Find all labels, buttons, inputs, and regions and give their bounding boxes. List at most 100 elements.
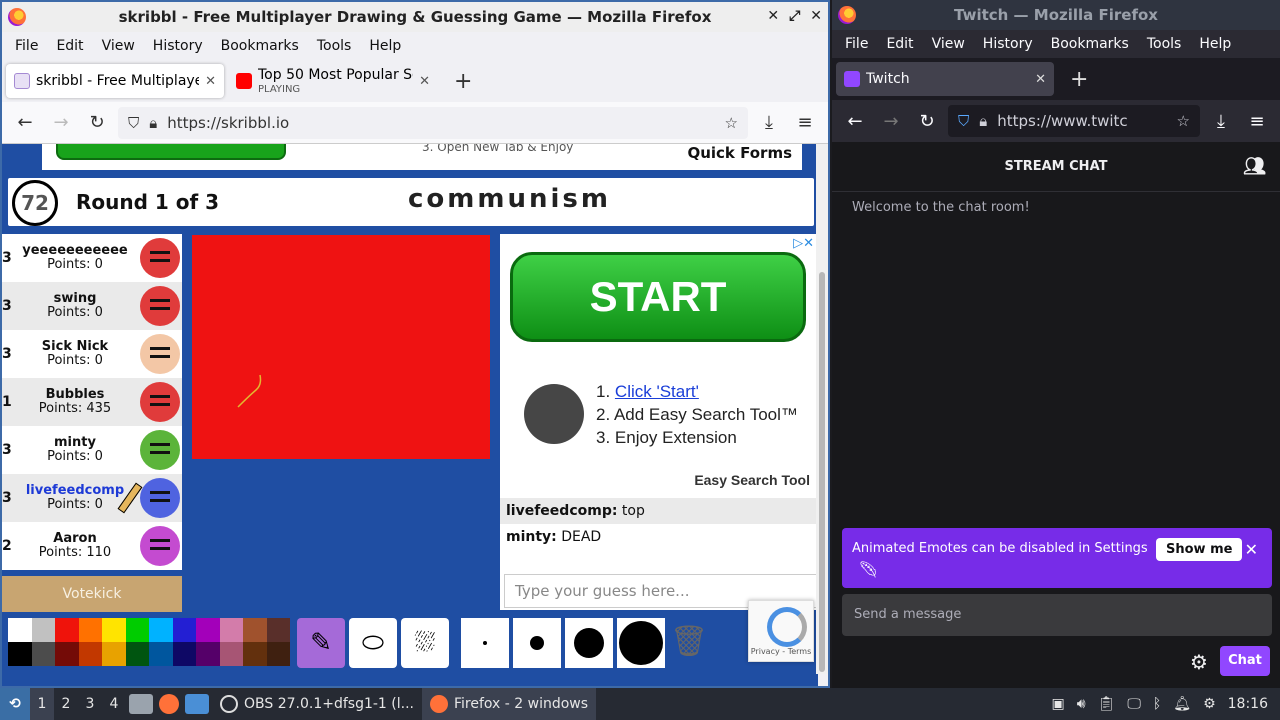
menu-view[interactable]: View: [93, 38, 144, 54]
palette-color-swatch[interactable]: [102, 618, 126, 642]
hamburger-menu-icon[interactable]: ≡: [1242, 111, 1272, 132]
recaptcha-badge[interactable]: Privacy - Terms: [748, 600, 814, 662]
fill-tool-icon[interactable]: ⛆: [401, 618, 449, 668]
forward-icon[interactable]: →: [876, 111, 906, 132]
menu-view[interactable]: View: [923, 36, 974, 52]
new-tab-button[interactable]: +: [1058, 67, 1100, 92]
palette-color-swatch[interactable]: [55, 642, 79, 666]
player-row[interactable]: 3 livefeedcomp Points: 0: [2, 474, 182, 522]
menu-tools[interactable]: Tools: [1138, 36, 1191, 52]
menu-bookmarks[interactable]: Bookmarks: [212, 38, 308, 54]
menu-tools[interactable]: Tools: [308, 38, 361, 54]
brush-size-2[interactable]: [513, 618, 561, 668]
shield-icon[interactable]: ⛉: [958, 112, 969, 130]
drawing-canvas[interactable]: [192, 235, 490, 459]
maximize-icon[interactable]: ⤢: [789, 8, 800, 24]
download-icon[interactable]: ⤓: [1206, 111, 1236, 132]
trash-icon[interactable]: 🗑︎: [670, 624, 708, 664]
palette-color-swatch[interactable]: [31, 642, 55, 666]
ad-start-button[interactable]: START: [510, 252, 806, 342]
reload-icon[interactable]: ↻: [82, 112, 112, 133]
menu-edit[interactable]: Edit: [877, 36, 922, 52]
eraser-tool-icon[interactable]: ⬭: [349, 618, 397, 668]
palette-color-swatch[interactable]: [172, 642, 196, 666]
palette-color-swatch[interactable]: [8, 618, 32, 642]
tab-close-icon[interactable]: ✕: [205, 74, 216, 89]
player-row[interactable]: 3 yeeeeeeeeeee Points: 0: [2, 234, 182, 282]
palette-color-swatch[interactable]: [196, 618, 220, 642]
palette-color-swatch[interactable]: [243, 642, 267, 666]
users-icon[interactable]: 👥︎: [1243, 142, 1266, 192]
new-tab-button[interactable]: +: [442, 69, 484, 94]
menu-edit[interactable]: Edit: [47, 38, 92, 54]
palette-color-swatch[interactable]: [266, 642, 290, 666]
send-message-input[interactable]: Send a message: [842, 594, 1272, 636]
download-icon[interactable]: ⤓: [754, 112, 784, 133]
player-row[interactable]: 3 swing Points: 0: [2, 282, 182, 330]
file-manager-icon[interactable]: [129, 694, 153, 714]
workspace-4[interactable]: 4: [102, 696, 126, 712]
tab-skribbl[interactable]: skribbl - Free Multiplayer ✕: [6, 64, 224, 98]
bluetooth-icon[interactable]: ᛒ: [1153, 696, 1161, 712]
ad-green-button[interactable]: [56, 144, 286, 160]
menu-file[interactable]: File: [836, 36, 877, 52]
display-icon[interactable]: 🖵︎: [1127, 696, 1141, 712]
menu-help[interactable]: Help: [1190, 36, 1240, 52]
minimize-icon[interactable]: ✕: [767, 8, 779, 24]
obs-task[interactable]: OBS 27.0.1+dfsg1-1 (l...: [212, 688, 422, 720]
tab-youtube[interactable]: Top 50 Most Popular Sonc PLAYING ✕: [228, 64, 438, 98]
firefox-task[interactable]: Firefox - 2 windows: [422, 688, 597, 720]
bookmark-star-icon[interactable]: ☆: [725, 114, 738, 132]
palette-color-swatch[interactable]: [78, 642, 102, 666]
tab-close-icon[interactable]: ✕: [1035, 72, 1046, 87]
url-bar[interactable]: ⛉ 🔒︎ https://skribbl.io ☆: [118, 106, 748, 139]
back-icon[interactable]: ←: [10, 112, 40, 133]
close-icon[interactable]: ✕: [810, 8, 822, 24]
chat-send-button[interactable]: Chat: [1220, 646, 1270, 676]
menu-history[interactable]: History: [974, 36, 1042, 52]
bookmark-star-icon[interactable]: ☆: [1177, 112, 1190, 130]
keyboard-icon[interactable]: ▣: [1052, 696, 1065, 712]
clipboard-icon[interactable]: 📋︎: [1098, 696, 1116, 712]
palette-color-swatch[interactable]: [243, 618, 267, 642]
palette-color-swatch[interactable]: [125, 642, 149, 666]
reload-icon[interactable]: ↻: [912, 111, 942, 132]
notifications-icon[interactable]: 🔔︎: [1173, 696, 1191, 712]
palette-color-swatch[interactable]: [55, 618, 79, 642]
terminal-icon[interactable]: [185, 694, 209, 714]
player-row[interactable]: 3 minty Points: 0: [2, 426, 182, 474]
palette-color-swatch[interactable]: [102, 642, 126, 666]
tab-twitch[interactable]: Twitch ✕: [836, 62, 1054, 96]
scrollbar-thumb[interactable]: [819, 272, 825, 672]
menu-help[interactable]: Help: [360, 38, 410, 54]
top-ad-banner[interactable]: 3. Open New Tab & Enjoy Quick Forms: [42, 144, 802, 170]
forward-icon[interactable]: →: [46, 112, 76, 133]
player-row[interactable]: 1 Bubbles Points: 435: [2, 378, 182, 426]
volume-icon[interactable]: 🔊︎: [1077, 696, 1086, 712]
side-ad[interactable]: ▷✕ START 1. Click 'Start' 2. Add Easy Se…: [500, 234, 818, 498]
url-bar[interactable]: ⛉ 🔒︎ https://www.twitch.tv ☆: [948, 105, 1200, 137]
close-notice-icon[interactable]: ✕: [1245, 540, 1258, 559]
tab-close-icon[interactable]: ✕: [419, 74, 430, 89]
shield-icon[interactable]: ⛉: [128, 114, 139, 132]
palette-color-swatch[interactable]: [149, 642, 173, 666]
votekick-button[interactable]: Votekick: [2, 576, 182, 612]
workspace-1[interactable]: 1: [30, 688, 54, 720]
firefox-launcher-icon[interactable]: [159, 694, 179, 714]
palette-color-swatch[interactable]: [149, 618, 173, 642]
palette-color-swatch[interactable]: [125, 618, 149, 642]
palette-color-swatch[interactable]: [219, 618, 243, 642]
start-menu-icon[interactable]: ⟲: [0, 688, 30, 720]
player-row[interactable]: 3 Sick Nick Points: 0: [2, 330, 182, 378]
pencil-tool-icon[interactable]: ✎: [297, 618, 345, 668]
workspace-2[interactable]: 2: [54, 696, 78, 712]
brush-size-4[interactable]: [617, 618, 665, 668]
workspace-3[interactable]: 3: [78, 696, 102, 712]
palette-color-swatch[interactable]: [31, 618, 55, 642]
ad-close-icon[interactable]: ▷✕: [793, 236, 814, 251]
brush-size-1[interactable]: [461, 618, 509, 668]
palette-color-swatch[interactable]: [196, 642, 220, 666]
network-icon[interactable]: ⚙: [1203, 696, 1216, 712]
brush-size-3[interactable]: [565, 618, 613, 668]
menu-file[interactable]: File: [6, 38, 47, 54]
